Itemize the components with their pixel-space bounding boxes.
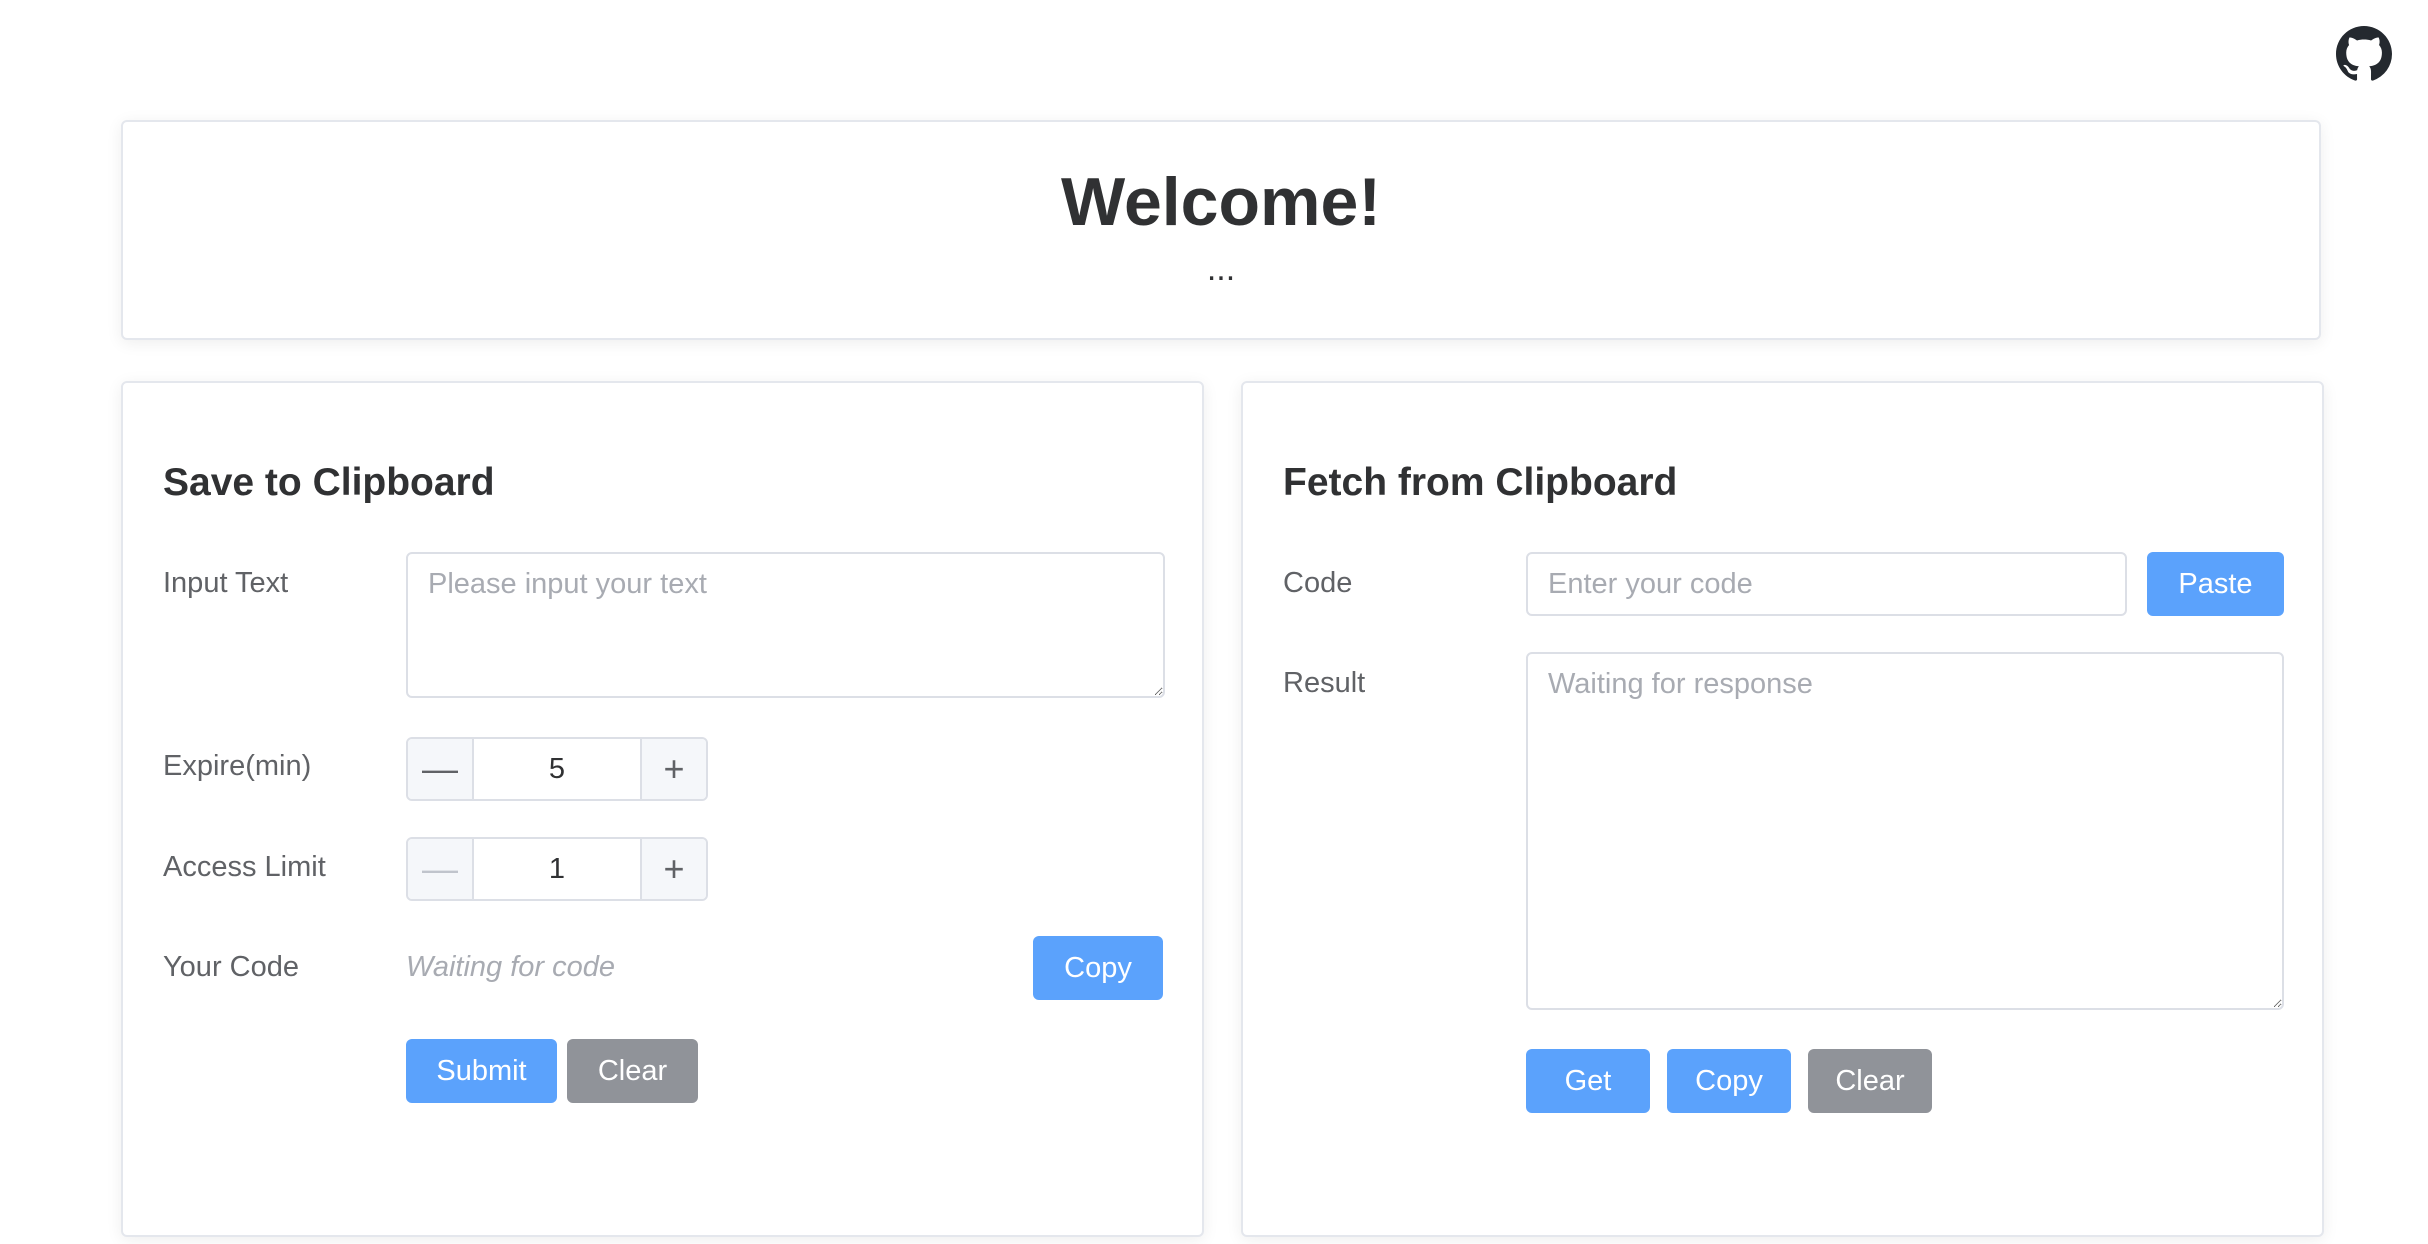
access-limit-increase-button[interactable]: + [640,839,706,899]
access-limit-decrease-button[interactable]: — [408,839,474,899]
save-to-clipboard-card: Save to Clipboard Input Text Expire(min)… [121,381,1204,1237]
fetch-from-clipboard-card: Fetch from Clipboard Code Paste Result G… [1241,381,2324,1237]
result-field[interactable] [1526,652,2284,1010]
expire-label: Expire(min) [163,750,312,782]
result-label: Result [1283,667,1366,699]
save-card-title: Save to Clipboard [163,461,495,504]
your-code-label: Your Code [163,951,299,983]
access-limit-label: Access Limit [163,851,326,883]
expire-decrease-button[interactable]: — [408,739,474,799]
access-limit-value[interactable]: 1 [474,839,640,899]
input-text-field[interactable] [406,552,1165,698]
fetch-clear-button[interactable]: Clear [1808,1049,1932,1113]
welcome-card: Welcome! ... [121,120,2321,340]
welcome-subtitle: ... [1206,250,1236,288]
copy-code-button[interactable]: Copy [1033,936,1163,1000]
code-label: Code [1283,567,1353,599]
input-text-label: Input Text [163,567,289,599]
get-button[interactable]: Get [1526,1049,1650,1113]
expire-stepper: — 5 + [406,737,708,801]
save-clear-button[interactable]: Clear [567,1039,698,1103]
github-icon[interactable] [2336,26,2392,82]
access-limit-stepper: — 1 + [406,837,708,901]
expire-value[interactable]: 5 [474,739,640,799]
fetch-card-title: Fetch from Clipboard [1283,461,1678,504]
fetch-copy-button[interactable]: Copy [1667,1049,1791,1113]
welcome-title: Welcome! [1061,164,1381,240]
paste-button[interactable]: Paste [2147,552,2284,616]
submit-button[interactable]: Submit [406,1039,557,1103]
expire-increase-button[interactable]: + [640,739,706,799]
your-code-value: Waiting for code [406,951,616,983]
code-input[interactable] [1526,552,2127,616]
